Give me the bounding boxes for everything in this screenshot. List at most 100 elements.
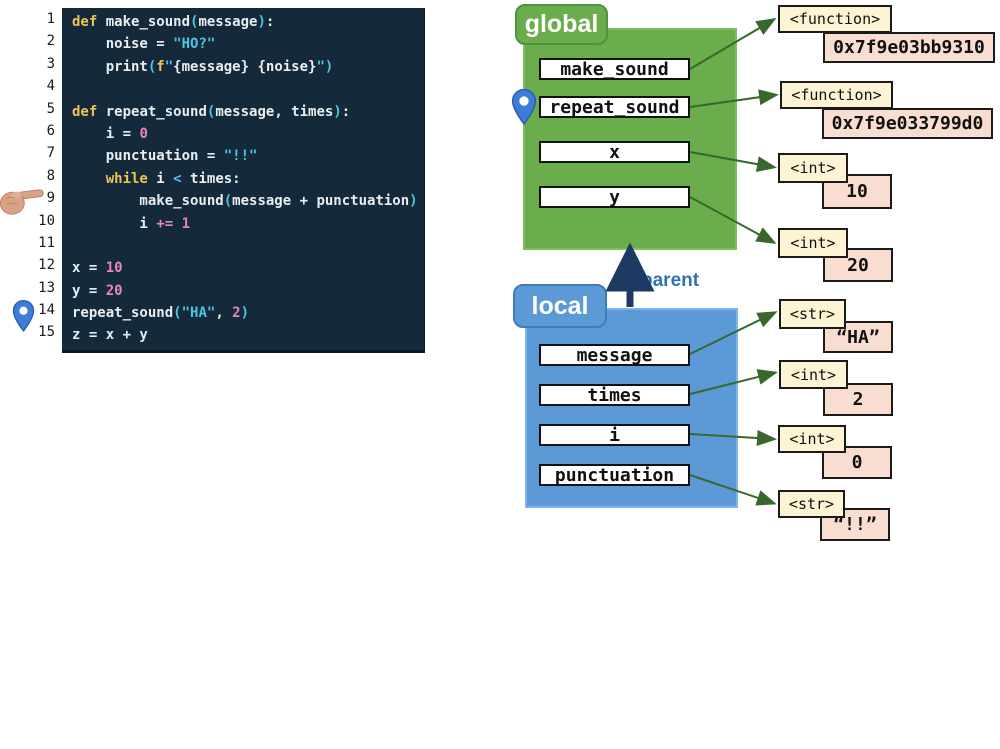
line-number: 1: [0, 8, 55, 30]
code-token: "HA": [182, 305, 216, 321]
code-line: noise = "HO?": [72, 33, 424, 55]
value-box: 0x7f9e033799d0: [822, 108, 993, 139]
code-line: y = 20: [72, 280, 424, 302]
code-token: make_sound: [97, 14, 190, 30]
code-token: 10: [106, 260, 123, 276]
code-line: z = x + y: [72, 324, 424, 346]
code-token: {message} {noise}: [173, 59, 316, 75]
code-token: punctuation =: [72, 148, 224, 164]
code-token: make_sound: [72, 193, 224, 209]
variable-box-message: message: [539, 344, 690, 366]
code-token: i: [72, 216, 156, 232]
value-type-tag: <function>: [778, 5, 892, 33]
code-token: def: [72, 14, 97, 30]
code-token: ): [241, 305, 249, 321]
code-token: 20: [106, 283, 123, 299]
code-token: +=: [156, 216, 173, 232]
code-line: x = 10: [72, 257, 424, 279]
code-line: repeat_sound("HA", 2): [72, 302, 424, 324]
code-token: i =: [72, 126, 139, 142]
line-number: 11: [0, 232, 55, 254]
code-line: while i < times:: [72, 168, 424, 190]
code-token: noise =: [72, 36, 173, 52]
code-token: [173, 216, 181, 232]
code-token: 1: [182, 216, 190, 232]
code-line: def repeat_sound(message, times):: [72, 101, 424, 123]
value-type-tag: <int>: [779, 360, 848, 389]
value-type-tag: <int>: [778, 425, 846, 453]
local-frame-label: local: [532, 292, 589, 321]
value-type-tag: <str>: [778, 490, 845, 518]
code-token: ): [257, 14, 265, 30]
code-line: def make_sound(message):: [72, 11, 424, 33]
line-number: 2: [0, 30, 55, 52]
code-token: times:: [182, 171, 241, 187]
code-line: [72, 235, 424, 257]
code-token: y =: [72, 283, 106, 299]
value-type-tag: <int>: [778, 153, 848, 183]
value-type-tag: <str>: [779, 299, 846, 329]
local-frame-tab: local: [513, 284, 607, 328]
global-frame-label: global: [525, 10, 599, 39]
code-editor-panel: def make_sound(message): noise = "HO?" p…: [62, 8, 425, 353]
code-token: ): [409, 193, 417, 209]
code-token: 0: [139, 126, 147, 142]
line-number: 13: [0, 277, 55, 299]
code-token: message, times: [215, 104, 333, 120]
code-token: :: [342, 104, 350, 120]
code-token: def: [72, 104, 97, 120]
code-token: repeat_sound: [72, 305, 173, 321]
line-number: 12: [0, 254, 55, 276]
value-type-tag: <int>: [778, 228, 848, 258]
code-token: ": [165, 59, 173, 75]
variable-box-repeat_sound: repeat_sound: [539, 96, 690, 118]
code-token: (: [173, 305, 181, 321]
frame-pin-icon: [511, 86, 537, 128]
code-token: :: [266, 14, 274, 30]
variable-box-y: y: [539, 186, 690, 208]
line-number: 6: [0, 120, 55, 142]
global-frame-tab: global: [515, 4, 608, 45]
code-line: punctuation = "!!": [72, 145, 424, 167]
code-token: "HO?": [173, 36, 215, 52]
code-token: ): [325, 59, 333, 75]
pointing-hand-icon: [0, 184, 46, 216]
code-token: "!!": [224, 148, 258, 164]
code-token: print: [72, 59, 148, 75]
scope-diagram-slide: 123456789101112131415 def make_sound(mes…: [0, 0, 1000, 749]
code-line: print(f"{message} {noise}"): [72, 56, 424, 78]
parent-link-label: parent: [641, 270, 699, 292]
code-token: repeat_sound: [97, 104, 207, 120]
code-token: message: [198, 14, 257, 30]
variable-box-i: i: [539, 424, 690, 446]
variable-box-x: x: [539, 141, 690, 163]
line-number: 3: [0, 53, 55, 75]
code-token: while: [106, 171, 148, 187]
code-token: message + punctuation: [232, 193, 409, 209]
code-token: 2: [232, 305, 240, 321]
code-token: [72, 171, 106, 187]
line-number: 5: [0, 98, 55, 120]
code-token: <: [173, 171, 181, 187]
code-token: f: [156, 59, 164, 75]
code-token: ": [316, 59, 324, 75]
code-token: x =: [72, 260, 106, 276]
code-token: (: [224, 193, 232, 209]
code-token: ): [333, 104, 341, 120]
code-line: make_sound(message + punctuation): [72, 190, 424, 212]
code-line: i += 1: [72, 213, 424, 235]
variable-box-times: times: [539, 384, 690, 406]
code-line: [72, 78, 424, 100]
variable-box-make_sound: make_sound: [539, 58, 690, 80]
value-box: 0x7f9e03bb9310: [823, 32, 995, 63]
line-number: 4: [0, 75, 55, 97]
value-type-tag: <function>: [780, 81, 893, 109]
line-number: 7: [0, 142, 55, 164]
variable-box-punctuation: punctuation: [539, 464, 690, 486]
line-number-gutter: 123456789101112131415: [0, 8, 55, 344]
code-line: i = 0: [72, 123, 424, 145]
code-pin-icon: [12, 297, 35, 335]
code-token: z = x + y: [72, 327, 148, 343]
code-token: ,: [215, 305, 232, 321]
code-token: i: [148, 171, 173, 187]
